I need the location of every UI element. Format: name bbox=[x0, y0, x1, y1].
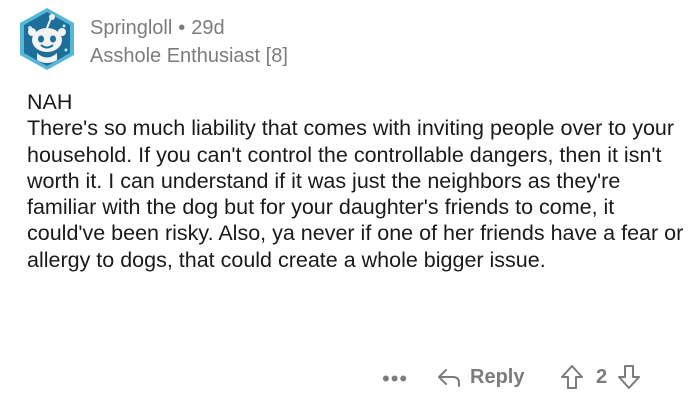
upvote-arrow-icon[interactable] bbox=[560, 364, 584, 390]
vote-controls: 2 bbox=[560, 364, 641, 390]
reply-label: Reply bbox=[470, 366, 525, 388]
comment-actions: ••• Reply 2 bbox=[0, 362, 700, 398]
reply-arrow-icon bbox=[438, 368, 460, 387]
author-line: Springloll • 29d bbox=[90, 18, 288, 38]
downvote-arrow-icon[interactable] bbox=[617, 364, 641, 390]
snoo-avatar-icon[interactable] bbox=[16, 6, 78, 72]
comment-card: Springloll • 29d Asshole Enthusiast [8] NA… bbox=[0, 0, 700, 407]
comment-text: There's so much liability that comes wit… bbox=[27, 116, 684, 272]
author-name[interactable]: Springloll bbox=[90, 17, 172, 39]
comment-age: 29d bbox=[191, 17, 225, 39]
comment-header: Springloll • 29d Asshole Enthusiast [8] bbox=[90, 18, 288, 66]
separator-dot: • bbox=[178, 17, 186, 39]
comment-body: NAH There's so much liability that comes… bbox=[27, 89, 692, 273]
more-options-button[interactable]: ••• bbox=[382, 368, 408, 390]
vote-score: 2 bbox=[596, 365, 608, 388]
verdict-text: NAH bbox=[27, 90, 73, 114]
user-flair: Asshole Enthusiast [8] bbox=[90, 45, 288, 67]
reply-button[interactable]: Reply bbox=[436, 366, 524, 389]
